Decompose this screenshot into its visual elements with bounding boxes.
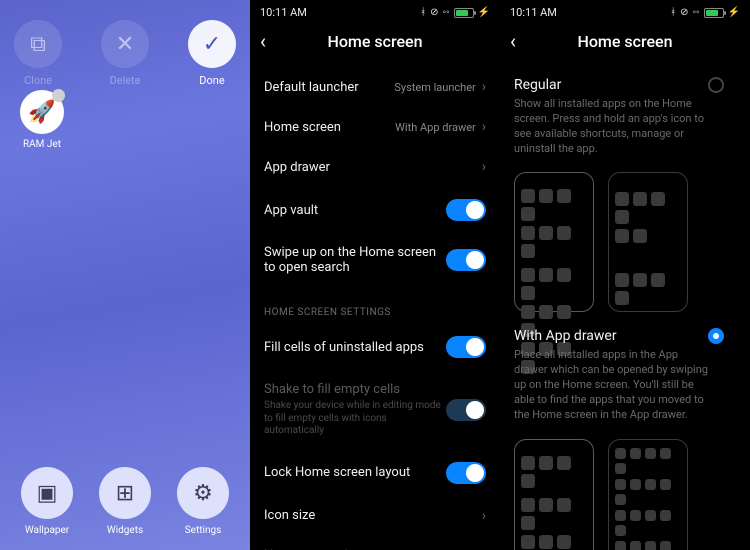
top-actions: ⧉ Clone ✕ Delete ✓ Done <box>0 0 250 95</box>
clock: 10:11 AM <box>510 6 557 19</box>
wallpaper-icon: ▣ <box>21 467 73 519</box>
clock: 10:11 AM <box>260 6 307 19</box>
section-header: HOME SCREEN SETTINGS <box>250 287 500 324</box>
sim-icon: ⊘ <box>680 7 688 18</box>
preview-phone <box>608 172 688 312</box>
back-button[interactable]: ‹ <box>510 29 516 53</box>
battery-icon <box>454 8 474 18</box>
back-button[interactable]: ‹ <box>260 29 266 53</box>
chevron-right-icon: › <box>482 159 486 175</box>
previews-with-drawer <box>500 429 750 550</box>
charging-icon: ⚡ <box>728 7 740 18</box>
row-app-vault: App vault <box>250 187 500 233</box>
page-title: Home screen <box>500 32 750 51</box>
delete-icon: ✕ <box>101 20 149 68</box>
preview-drawer <box>608 439 688 550</box>
row-home-screen[interactable]: Home screen With App drawer › <box>250 107 500 147</box>
status-icons: ᚼ ⊘ ◦◦ ⚡ <box>420 7 490 18</box>
toggle-swipe-search[interactable] <box>446 249 486 271</box>
row-shake-fill: Shake to fill empty cells Shake your dev… <box>250 370 500 450</box>
widgets-button[interactable]: ⊞ Widgets <box>99 467 151 536</box>
wallpaper-button[interactable]: ▣ Wallpaper <box>21 467 73 536</box>
app-label: RAM Jet <box>20 139 64 150</box>
option-with-drawer[interactable]: With App drawer Place all installed apps… <box>500 318 750 428</box>
toggle-fill-cells[interactable] <box>446 336 486 358</box>
settings-button[interactable]: ⚙ Settings <box>177 467 229 536</box>
preview-phone <box>514 439 594 550</box>
gear-icon: ⚙ <box>177 467 229 519</box>
option-regular[interactable]: Regular Show all installed apps on the H… <box>500 67 750 162</box>
toggle-app-vault[interactable] <box>446 199 486 221</box>
preview-phone <box>514 172 594 312</box>
layout-choice-panel: 10:11 AM ᚼ ⊘ ◦◦ ⚡ ‹ Home screen Regular … <box>500 0 750 550</box>
bluetooth-icon: ᚼ <box>670 7 676 18</box>
battery-icon <box>704 8 724 18</box>
charging-icon: ⚡ <box>478 7 490 18</box>
page-title: Home screen <box>250 32 500 51</box>
done-action[interactable]: ✓ Done <box>188 20 236 87</box>
row-default-launcher[interactable]: Default launcher System launcher › <box>250 67 500 107</box>
toggle-shake-fill <box>446 399 486 421</box>
app-icon-ramjet[interactable]: 🚀 RAM Jet <box>20 90 64 150</box>
status-bar: 10:11 AM ᚼ ⊘ ◦◦ ⚡ <box>250 0 500 21</box>
toggle-lock-layout[interactable] <box>446 462 486 484</box>
wifi-icon: ◦◦ <box>442 7 449 18</box>
radio-regular[interactable] <box>708 77 724 93</box>
wifi-icon: ◦◦ <box>692 7 699 18</box>
clone-icon: ⧉ <box>14 20 62 68</box>
clone-action[interactable]: ⧉ Clone <box>14 20 62 87</box>
row-layout[interactable]: Home screen layout 5x6 › <box>250 536 500 550</box>
widgets-icon: ⊞ <box>99 467 151 519</box>
chevron-right-icon: › <box>482 119 486 135</box>
row-fill-cells: Fill cells of uninstalled apps <box>250 324 500 370</box>
row-lock-layout: Lock Home screen layout <box>250 450 500 496</box>
status-icons: ᚼ ⊘ ◦◦ ⚡ <box>670 7 740 18</box>
check-icon: ✓ <box>188 20 236 68</box>
delete-action[interactable]: ✕ Delete <box>101 20 149 87</box>
row-app-drawer[interactable]: App drawer › <box>250 147 500 187</box>
header: ‹ Home screen <box>250 21 500 67</box>
row-icon-size[interactable]: Icon size › <box>250 496 500 536</box>
previews-regular <box>500 162 750 318</box>
bottom-actions: ▣ Wallpaper ⊞ Widgets ⚙ Settings <box>0 467 250 536</box>
status-bar: 10:11 AM ᚼ ⊘ ◦◦ ⚡ <box>500 0 750 21</box>
chevron-right-icon: › <box>482 508 486 524</box>
chevron-right-icon: › <box>482 79 486 95</box>
bluetooth-icon: ᚼ <box>420 7 426 18</box>
row-swipe-up-search: Swipe up on the Home screen to open sear… <box>250 233 500 287</box>
sim-icon: ⊘ <box>430 7 438 18</box>
home-screen-settings-panel: 10:11 AM ᚼ ⊘ ◦◦ ⚡ ‹ Home screen Default … <box>250 0 500 550</box>
rocket-icon: 🚀 <box>20 90 64 134</box>
launcher-edit-panel: ⧉ Clone ✕ Delete ✓ Done 🚀 RAM Jet ▣ Wall… <box>0 0 250 550</box>
header: ‹ Home screen <box>500 21 750 67</box>
